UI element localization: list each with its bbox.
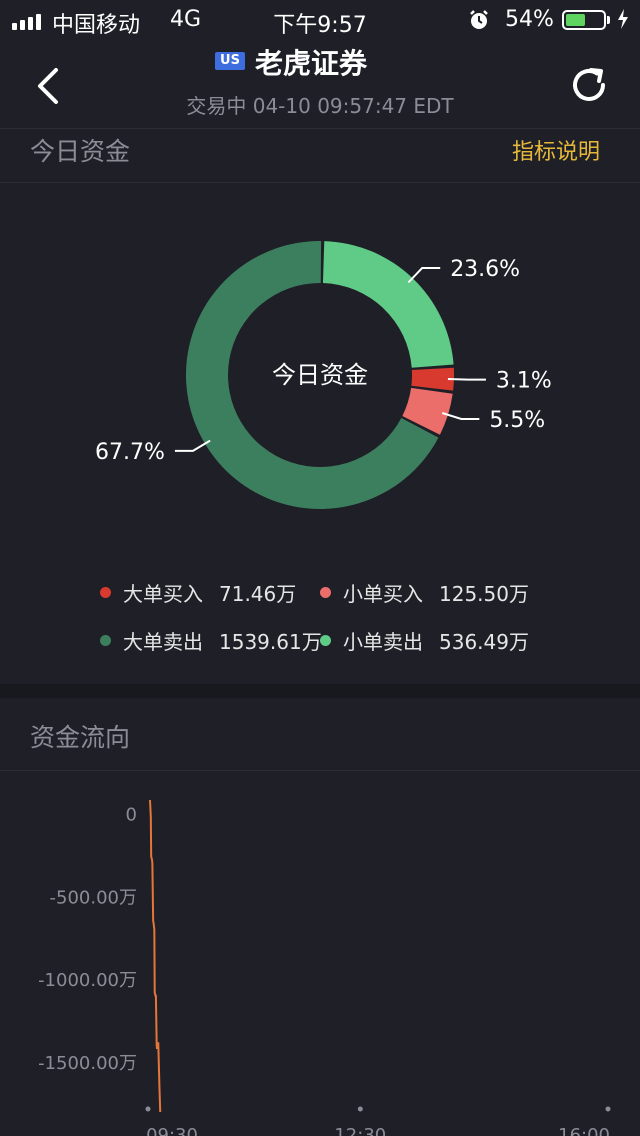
- refresh-button[interactable]: [566, 62, 612, 108]
- battery-percent: 54%: [505, 7, 554, 32]
- x-tick-dot: [357, 1106, 363, 1112]
- slice-percent-label: 3.1%: [496, 369, 552, 394]
- legend-value: 125.50万: [439, 582, 529, 606]
- fund-flow-line-chart: 0 -500.00万 -1000.00万 -1500.00万 09:30 12:30 16:…: [38, 799, 611, 1136]
- trading-status: 交易中 04-10 09:57:47 EDT: [186, 94, 454, 118]
- x-tick-label: 12:30: [334, 1125, 386, 1136]
- legend-value: 1539.61万: [219, 630, 322, 654]
- battery-icon: [562, 10, 606, 30]
- x-tick-dot: [605, 1106, 611, 1112]
- market-badge: US: [215, 52, 245, 70]
- y-tick-label: -1500.00万: [38, 1053, 137, 1074]
- x-tick-label: 09:30: [146, 1125, 198, 1136]
- charging-icon: [618, 9, 628, 29]
- y-tick-label: 0: [126, 804, 137, 825]
- header-divider: [0, 128, 640, 129]
- legend-dot: [320, 587, 331, 598]
- slice-leader-line: [441, 412, 480, 420]
- slice-percent-label: 5.5%: [489, 408, 545, 433]
- page-title: 老虎证券: [255, 47, 368, 80]
- section-divider: [0, 182, 640, 183]
- legend-dot: [100, 587, 111, 598]
- legend-label: 小单买入: [343, 582, 423, 606]
- donut-center-label: 今日资金: [272, 361, 368, 389]
- legend-label: 大单买入: [123, 582, 203, 606]
- status-bar: 中国移动 4G 下午9:57 54%: [0, 0, 640, 40]
- indicator-help-link[interactable]: 指标说明: [512, 134, 600, 166]
- alarm-icon: [470, 10, 488, 29]
- x-tick-label: 16:00: [558, 1125, 610, 1136]
- x-tick-dot: [145, 1106, 151, 1112]
- legend-item-large-sell: 大单卖出 1539.61万: [100, 626, 322, 655]
- section-gap: [0, 684, 640, 698]
- fund-flow-title: 资金流向: [30, 723, 131, 752]
- legend-label: 大单卖出: [123, 630, 203, 654]
- legend-dot: [100, 635, 111, 646]
- donut-slice: [411, 367, 454, 391]
- today-funds-title: 今日资金: [30, 137, 131, 166]
- donut-slice: [322, 241, 454, 368]
- slice-percent-label: 23.6%: [450, 257, 520, 282]
- legend-item-small-sell: 小单卖出 536.49万: [320, 626, 529, 655]
- legend-value: 71.46万: [219, 582, 297, 606]
- legend-value: 536.49万: [439, 630, 529, 654]
- battery-tip: [607, 16, 610, 24]
- legend-label: 小单卖出: [343, 630, 423, 654]
- legend-item-large-buy: 大单买入 71.46万: [100, 578, 296, 607]
- slice-leader-line: [447, 377, 486, 381]
- legend-item-small-buy: 小单买入 125.50万: [320, 578, 529, 607]
- slice-percent-label: 67.7%: [95, 440, 165, 465]
- today-funds-donut-chart: 23.6% 3.1% 5.5% 67.7% 今日资金: [95, 241, 552, 510]
- y-tick-label: -500.00万: [50, 887, 137, 908]
- legend-dot: [320, 635, 331, 646]
- section-divider: [0, 770, 640, 771]
- fund-flow-series-line: [149, 799, 162, 1113]
- y-tick-label: -1000.00万: [38, 970, 137, 991]
